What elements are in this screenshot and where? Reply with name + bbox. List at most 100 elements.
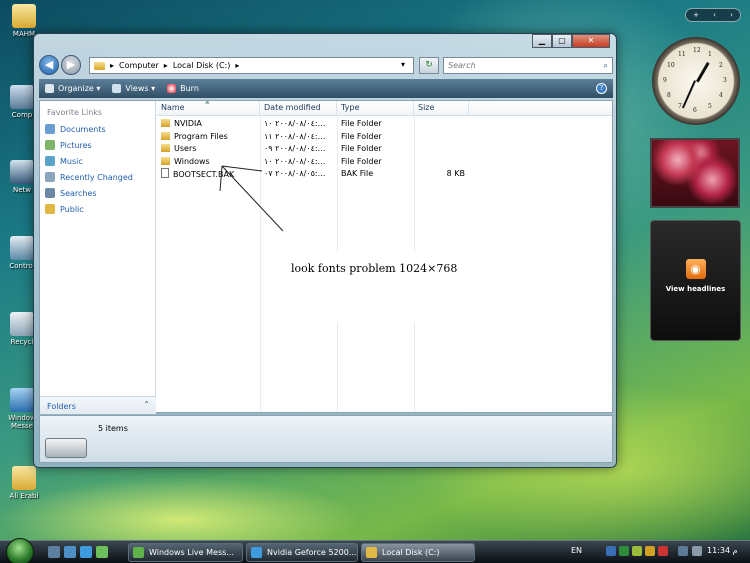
table-row[interactable]: Users ٢٠٠٨/٠٨/٠٤ ٠٩:... File Folder bbox=[157, 143, 612, 156]
views-button[interactable]: Views ▾ bbox=[112, 84, 155, 93]
taskbar-button-messenger[interactable]: Windows Live Mess... bbox=[128, 543, 243, 562]
burn-icon bbox=[167, 84, 177, 93]
slideshow-gadget[interactable] bbox=[650, 138, 740, 208]
messenger-icon bbox=[133, 547, 144, 558]
folder-icon bbox=[366, 547, 377, 558]
breadcrumb-computer[interactable]: Computer bbox=[119, 61, 159, 70]
file-name-cell: Users bbox=[157, 143, 260, 155]
explorer-window: ▁ ▢ ✕ ◀ ▶ ▸ Computer ▸ Local Disk (C:) ▸… bbox=[33, 33, 617, 468]
breadcrumb-local-disk[interactable]: Local Disk (C:) bbox=[173, 61, 231, 70]
clock-number: 10 bbox=[667, 62, 675, 69]
recently-changed-icon bbox=[45, 172, 55, 182]
type-cell: File Folder bbox=[341, 119, 382, 128]
hour-hand bbox=[696, 61, 710, 83]
column-type[interactable]: Type bbox=[337, 101, 414, 116]
clock-number: 9 bbox=[663, 77, 667, 84]
chevron-up-icon: ⌃ bbox=[143, 400, 150, 409]
messenger-quicklaunch-icon[interactable] bbox=[96, 546, 108, 558]
desktop-icon-label: Netw bbox=[12, 186, 31, 194]
taskbar-button-label: Local Disk (C:) bbox=[382, 548, 440, 557]
file-name-cell: Program Files bbox=[157, 131, 260, 143]
nav-link-label: Recently Changed bbox=[60, 172, 133, 182]
internet-explorer-icon bbox=[251, 547, 262, 558]
burn-button[interactable]: Burn bbox=[167, 84, 199, 93]
nav-link-label: Public bbox=[60, 204, 84, 214]
show-desktop-icon[interactable] bbox=[48, 546, 60, 558]
refresh-button[interactable]: ↻ bbox=[419, 57, 439, 74]
item-count: 5 items bbox=[98, 424, 128, 433]
folders-toggle[interactable]: Folders ⌃ bbox=[40, 396, 156, 414]
search-icon[interactable]: ⌕ bbox=[604, 58, 608, 73]
folder-icon bbox=[161, 119, 170, 127]
network-tray-icon[interactable] bbox=[678, 546, 688, 556]
clock-number: 7 bbox=[678, 102, 682, 110]
taskbar-button-browser[interactable]: Nvidia Geforce 5200... bbox=[246, 543, 358, 562]
navigation-pane: Favorite Links Documents Pictures Music … bbox=[40, 101, 156, 414]
clock-number: 6 bbox=[693, 107, 697, 114]
add-gadget-icon[interactable]: + bbox=[693, 11, 699, 19]
size-cell: 8 KB bbox=[446, 169, 465, 178]
desktop-icon-folder[interactable]: Ali Erabi bbox=[4, 466, 44, 500]
nav-link-documents[interactable]: Documents bbox=[40, 121, 155, 137]
tray-icon[interactable] bbox=[606, 546, 616, 556]
file-icon bbox=[161, 168, 169, 178]
clock-number: 3 bbox=[723, 77, 727, 84]
switch-windows-icon[interactable] bbox=[64, 546, 76, 558]
tray-icon[interactable] bbox=[645, 546, 655, 556]
type-cell: File Folder bbox=[341, 144, 382, 153]
column-size[interactable]: Size bbox=[414, 101, 469, 116]
language-indicator[interactable]: EN bbox=[571, 546, 582, 555]
organize-button[interactable]: Organize ▾ bbox=[45, 84, 100, 93]
clock-number: 5 bbox=[708, 102, 712, 110]
internet-explorer-icon[interactable] bbox=[80, 546, 92, 558]
chevron-left-icon[interactable]: ‹ bbox=[713, 11, 716, 19]
file-name: Program Files bbox=[174, 131, 228, 141]
clock-number: 12 bbox=[693, 47, 701, 54]
minute-hand bbox=[681, 80, 696, 109]
window-controls: ▁ ▢ ✕ bbox=[532, 34, 610, 48]
desktop-icon-label: Comp bbox=[11, 111, 33, 119]
tray-icon[interactable] bbox=[632, 546, 642, 556]
clock-number: 1 bbox=[708, 51, 712, 59]
nav-link-label: Music bbox=[60, 156, 83, 166]
volume-tray-icon[interactable] bbox=[692, 546, 702, 556]
forward-button[interactable]: ▶ bbox=[61, 55, 81, 75]
maximize-button[interactable]: ▢ bbox=[552, 34, 572, 48]
tray-icon[interactable] bbox=[619, 546, 629, 556]
documents-icon bbox=[45, 124, 55, 134]
minimize-button[interactable]: ▁ bbox=[532, 34, 552, 48]
folder-icon bbox=[161, 156, 170, 165]
desktop-icon-label: Ali Erabi bbox=[9, 492, 39, 500]
table-row[interactable]: NVIDIA ٢٠٠٨/٠٨/٠٤ ١٠:... File Folder bbox=[157, 118, 612, 131]
folder-icon bbox=[12, 4, 36, 28]
nav-link-recently-changed[interactable]: Recently Changed bbox=[40, 169, 155, 185]
nav-link-music[interactable]: Music bbox=[40, 153, 155, 169]
nav-link-pictures[interactable]: Pictures bbox=[40, 137, 155, 153]
close-button[interactable]: ✕ bbox=[572, 34, 610, 48]
nav-link-searches[interactable]: Searches bbox=[40, 185, 155, 201]
organize-icon bbox=[45, 84, 54, 93]
clock-number: 2 bbox=[718, 62, 723, 69]
computer-icon bbox=[10, 85, 34, 109]
clock-number: 4 bbox=[718, 92, 723, 99]
address-bar[interactable]: ▸ Computer ▸ Local Disk (C:) ▸ ▾ bbox=[89, 57, 414, 74]
chevron-right-icon[interactable]: › bbox=[730, 11, 733, 19]
taskbar-button-explorer[interactable]: Local Disk (C:) bbox=[361, 543, 475, 562]
table-row[interactable]: Program Files ٢٠٠٨/٠٨/٠٤ ١١:... File Folde… bbox=[157, 131, 612, 144]
clock-number: 11 bbox=[678, 51, 686, 59]
nav-link-public[interactable]: Public bbox=[40, 201, 155, 217]
column-headers: ▲ Name Date modified Type Size bbox=[157, 98, 612, 116]
taskbar: Windows Live Mess... Nvidia Geforce 5200… bbox=[0, 538, 750, 563]
column-date-modified[interactable]: Date modified bbox=[260, 101, 337, 116]
clock-gadget[interactable]: 12 1 2 3 4 5 6 7 8 9 10 11 bbox=[652, 37, 740, 125]
back-button[interactable]: ◀ bbox=[39, 55, 59, 75]
start-button[interactable] bbox=[6, 538, 34, 563]
clock-time[interactable]: 11:34 م bbox=[707, 546, 738, 555]
clock-number: 8 bbox=[667, 92, 671, 99]
feed-headlines-gadget[interactable]: ◉ View headlines bbox=[650, 220, 741, 341]
column-name[interactable]: Name bbox=[157, 101, 260, 116]
help-button[interactable]: ? bbox=[596, 83, 607, 94]
chevron-down-icon[interactable]: ▾ bbox=[401, 60, 405, 69]
tray-icon[interactable] bbox=[658, 546, 668, 556]
search-input[interactable]: Search ⌕ bbox=[443, 57, 613, 74]
